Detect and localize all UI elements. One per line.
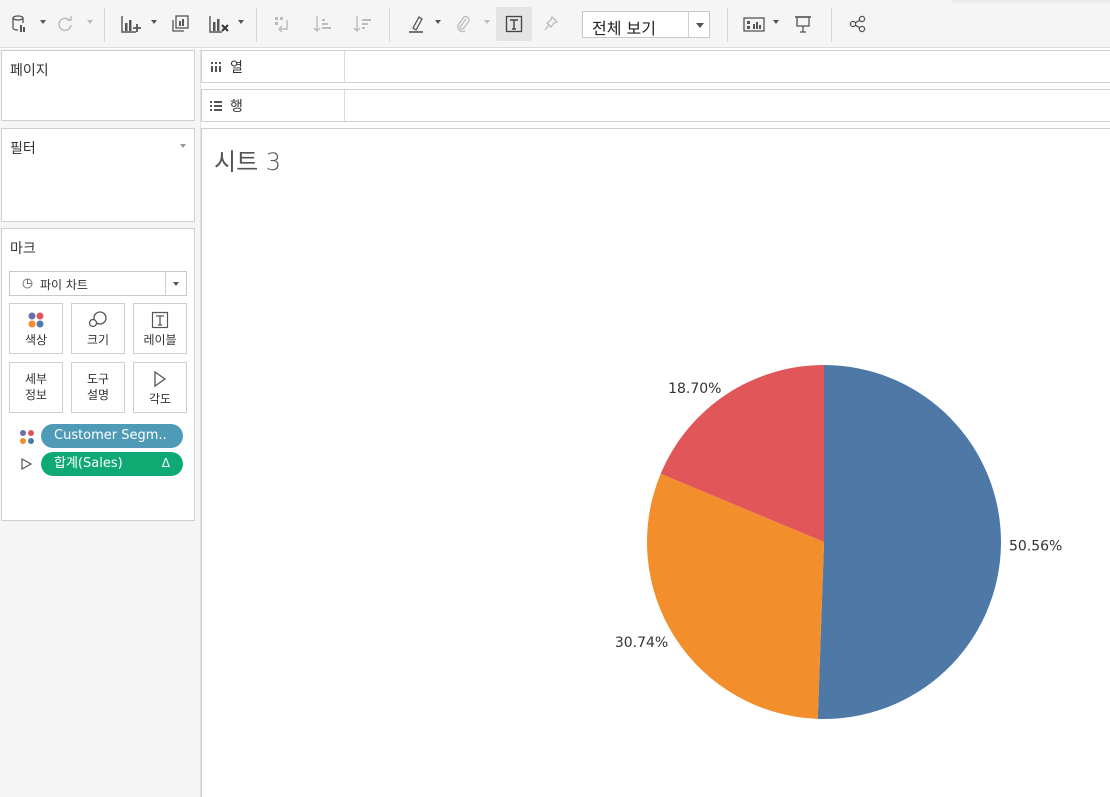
filters-card[interactable]: 필터 — [1, 128, 195, 222]
highlighter-icon — [409, 16, 423, 33]
mark-type-select[interactable]: 파이 차트 — [9, 271, 187, 296]
mark-color-label: 색상 — [24, 333, 48, 347]
chevron-down-icon — [173, 282, 179, 286]
delta-icon: Δ — [161, 456, 170, 470]
toolbar-separator — [389, 8, 390, 42]
mark-tooltip-label-line2: 설명 — [86, 388, 110, 402]
color-dots-icon — [20, 430, 34, 444]
mark-angle-button[interactable]: 각도 — [133, 362, 187, 413]
customer-segment-pill[interactable]: Customer Segm.. — [41, 424, 183, 448]
mark-tooltip-label-line1: 도구 — [86, 372, 110, 386]
view-fit-label: 전체 보기 — [592, 19, 656, 38]
group-dropdown-icon[interactable] — [484, 20, 490, 24]
pin-icon — [544, 15, 559, 31]
mark-label-button[interactable]: 레이블 — [133, 303, 187, 354]
pin-button[interactable] — [538, 8, 564, 40]
marks-card-title: 마크 — [10, 241, 36, 257]
pie-chart-icon — [22, 278, 33, 289]
rows-shelf-divider — [344, 90, 345, 121]
mark-color-button[interactable]: 색상 — [9, 303, 63, 354]
highlight-dropdown-icon[interactable] — [435, 20, 441, 24]
columns-shelf[interactable]: 열 — [201, 50, 1110, 83]
pages-card[interactable]: 페이지 — [1, 50, 195, 121]
datasource-button[interactable] — [6, 8, 32, 40]
duplicate-icon — [172, 15, 189, 32]
mark-angle-label: 각도 — [148, 392, 172, 406]
sort-ascending-icon — [313, 16, 331, 32]
text-label-icon — [151, 311, 169, 329]
mark-detail-button[interactable]: 세부 정보 — [9, 362, 63, 413]
rows-shelf[interactable]: 행 — [201, 89, 1110, 122]
sum-sales-pill-label: 합계(Sales) — [54, 456, 123, 471]
clear-sheet-button[interactable] — [205, 8, 233, 40]
swap-icon — [275, 17, 288, 33]
paperclip-icon — [457, 15, 470, 33]
sum-sales-pill[interactable]: 합계(Sales) Δ — [41, 452, 183, 476]
chevron-down-icon — [696, 23, 704, 28]
sort-descending-button[interactable] — [348, 8, 376, 40]
angle-icon — [21, 457, 33, 471]
show-cards-button[interactable] — [740, 8, 768, 40]
columns-icon — [211, 62, 221, 72]
chevron-down-icon[interactable] — [180, 144, 186, 148]
share-button[interactable] — [845, 8, 871, 40]
mark-detail-label-line2: 정보 — [24, 388, 48, 402]
database-icon — [12, 15, 25, 32]
new-worksheet-button[interactable] — [117, 8, 145, 40]
show-cards-dropdown-icon[interactable] — [773, 20, 779, 24]
toolbar-shadow — [952, 0, 1110, 4]
refresh-icon — [58, 16, 72, 32]
mark-type-label: 파이 차트 — [40, 278, 88, 292]
duplicate-button[interactable] — [166, 8, 194, 40]
share-icon — [849, 15, 866, 33]
size-circles-icon — [88, 311, 107, 328]
show-labels-button[interactable] — [496, 7, 532, 41]
mark-detail-label-line1: 세부 — [24, 372, 48, 386]
filters-card-title: 필터 — [10, 141, 36, 157]
view-fit-divider — [688, 12, 689, 37]
mark-size-button[interactable]: 크기 — [71, 303, 125, 354]
presentation-mode-button[interactable] — [789, 8, 817, 40]
toolbar: 전체 보기 — [0, 0, 1110, 48]
toolbar-separator — [104, 8, 105, 42]
new-worksheet-dropdown-icon[interactable] — [151, 20, 157, 24]
pages-card-title: 페이지 — [10, 63, 49, 79]
columns-shelf-divider — [344, 51, 345, 82]
refresh-button[interactable] — [52, 8, 78, 40]
worksheet-canvas[interactable]: 시트 3 50.56% 30.74% 18.70% — [201, 128, 1110, 797]
group-button[interactable] — [450, 8, 476, 40]
pie-slice-1[interactable] — [817, 365, 1002, 719]
toolbar-separator — [256, 8, 257, 42]
datasource-dropdown-icon[interactable] — [40, 20, 46, 24]
color-dots-icon — [28, 312, 44, 328]
pie-label-1: 50.56% — [1009, 538, 1062, 554]
new-worksheet-icon — [121, 16, 141, 33]
mark-label-label: 레이블 — [143, 333, 177, 347]
sort-descending-icon — [353, 16, 371, 32]
angle-icon — [154, 370, 167, 388]
columns-shelf-label: 열 — [230, 60, 243, 76]
text-label-icon — [505, 15, 523, 33]
refresh-dropdown-icon[interactable] — [87, 20, 93, 24]
marks-card: 마크 파이 차트 색상 크기 레이블 세부 정보 도구 설명 각도 Custom… — [1, 228, 195, 521]
toolbar-separator — [831, 8, 832, 42]
clear-sheet-dropdown-icon[interactable] — [238, 20, 244, 24]
clear-sheet-icon — [209, 16, 229, 33]
view-fit-select[interactable]: 전체 보기 — [582, 11, 710, 38]
customer-segment-pill-label: Customer Segm.. — [54, 428, 167, 443]
swap-button[interactable] — [268, 8, 296, 40]
mark-size-label: 크기 — [86, 333, 110, 347]
toolbar-separator — [727, 8, 728, 42]
pie-chart[interactable]: 50.56% 30.74% 18.70% — [202, 129, 1110, 797]
presentation-icon — [795, 16, 811, 33]
rows-icon — [210, 101, 222, 111]
pie-label-3: 18.70% — [668, 381, 721, 397]
highlight-button[interactable] — [403, 8, 429, 40]
mark-tooltip-button[interactable]: 도구 설명 — [71, 362, 125, 413]
mark-type-divider — [165, 272, 166, 295]
pie-label-2: 30.74% — [615, 635, 668, 651]
show-cards-icon — [743, 17, 765, 32]
rows-shelf-label: 행 — [230, 99, 243, 115]
sort-ascending-button[interactable] — [308, 8, 336, 40]
